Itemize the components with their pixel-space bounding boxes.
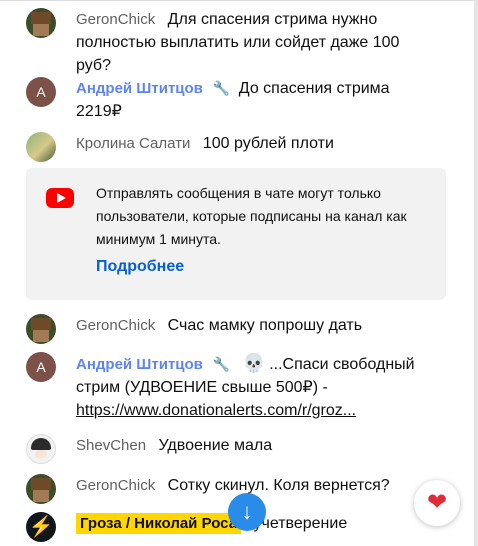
- learn-more-link[interactable]: Подробнее: [96, 258, 184, 276]
- author-name[interactable]: ShevChen: [76, 437, 146, 454]
- avatar[interactable]: [26, 434, 56, 464]
- chat-message: ShevChen Удвоение мала: [26, 434, 426, 464]
- author-name[interactable]: Кролина Салати: [76, 135, 190, 152]
- arrow-down-icon[interactable]: ↓: [228, 493, 266, 531]
- avatar[interactable]: А: [26, 77, 56, 107]
- avatar[interactable]: [26, 314, 56, 344]
- author-name[interactable]: Андрей Штитцов: [76, 80, 203, 97]
- chat-message: GeronChick Сотку скинул. Коля вернется?: [26, 474, 426, 504]
- donation-link[interactable]: https://www.donationalerts.com/r/groz...: [76, 402, 356, 419]
- chat-restriction-notice: Отправлять сообщения в чате могут только…: [26, 168, 446, 300]
- chat-message: А Андрей Штитцов 🔧 До спасения стрима 221…: [26, 77, 426, 123]
- author-name[interactable]: GeronChick: [76, 11, 155, 28]
- scrollbar-track[interactable]: [474, 0, 478, 546]
- youtube-logo-icon: [46, 188, 74, 208]
- author-name[interactable]: GeronChick: [76, 317, 155, 334]
- message-text: учетверение: [253, 515, 348, 532]
- author-name[interactable]: Андрей Штитцов: [76, 356, 203, 373]
- skull-icon: 💀: [242, 353, 266, 373]
- avatar[interactable]: ⚡: [26, 512, 56, 542]
- message-text: Счас мамку попрошу дать: [167, 317, 363, 334]
- notice-text: Отправлять сообщения в чате могут только…: [96, 185, 407, 247]
- avatar[interactable]: [26, 132, 56, 162]
- avatar[interactable]: [26, 8, 56, 38]
- wrench-icon: 🔧: [212, 356, 231, 372]
- heart-icon[interactable]: ❤: [414, 480, 460, 526]
- chat-message: GeronChick Для спасения стрима нужно пол…: [26, 8, 426, 77]
- chat-message: Кролина Салати 100 рублей плоти: [26, 132, 426, 162]
- message-text: Удвоение мала: [158, 437, 273, 454]
- chat-message: GeronChick Счас мамку попрошу дать: [26, 314, 426, 344]
- chat-message: А Андрей Штитцов 🔧 💀 ...Спаси свободный ст…: [26, 352, 426, 422]
- top-divider: [0, 0, 474, 1]
- avatar[interactable]: [26, 474, 56, 504]
- author-name[interactable]: GeronChick: [76, 477, 155, 494]
- avatar[interactable]: А: [26, 352, 56, 382]
- wrench-icon: 🔧: [212, 80, 231, 96]
- message-text: Сотку скинул. Коля вернется?: [167, 477, 390, 494]
- chat-message: ⚡ Гроза / Николай Роса учетверение: [26, 512, 426, 542]
- member-author-badge[interactable]: Гроза / Николай Роса: [76, 513, 242, 534]
- message-text: 100 рублей плоти: [202, 135, 334, 152]
